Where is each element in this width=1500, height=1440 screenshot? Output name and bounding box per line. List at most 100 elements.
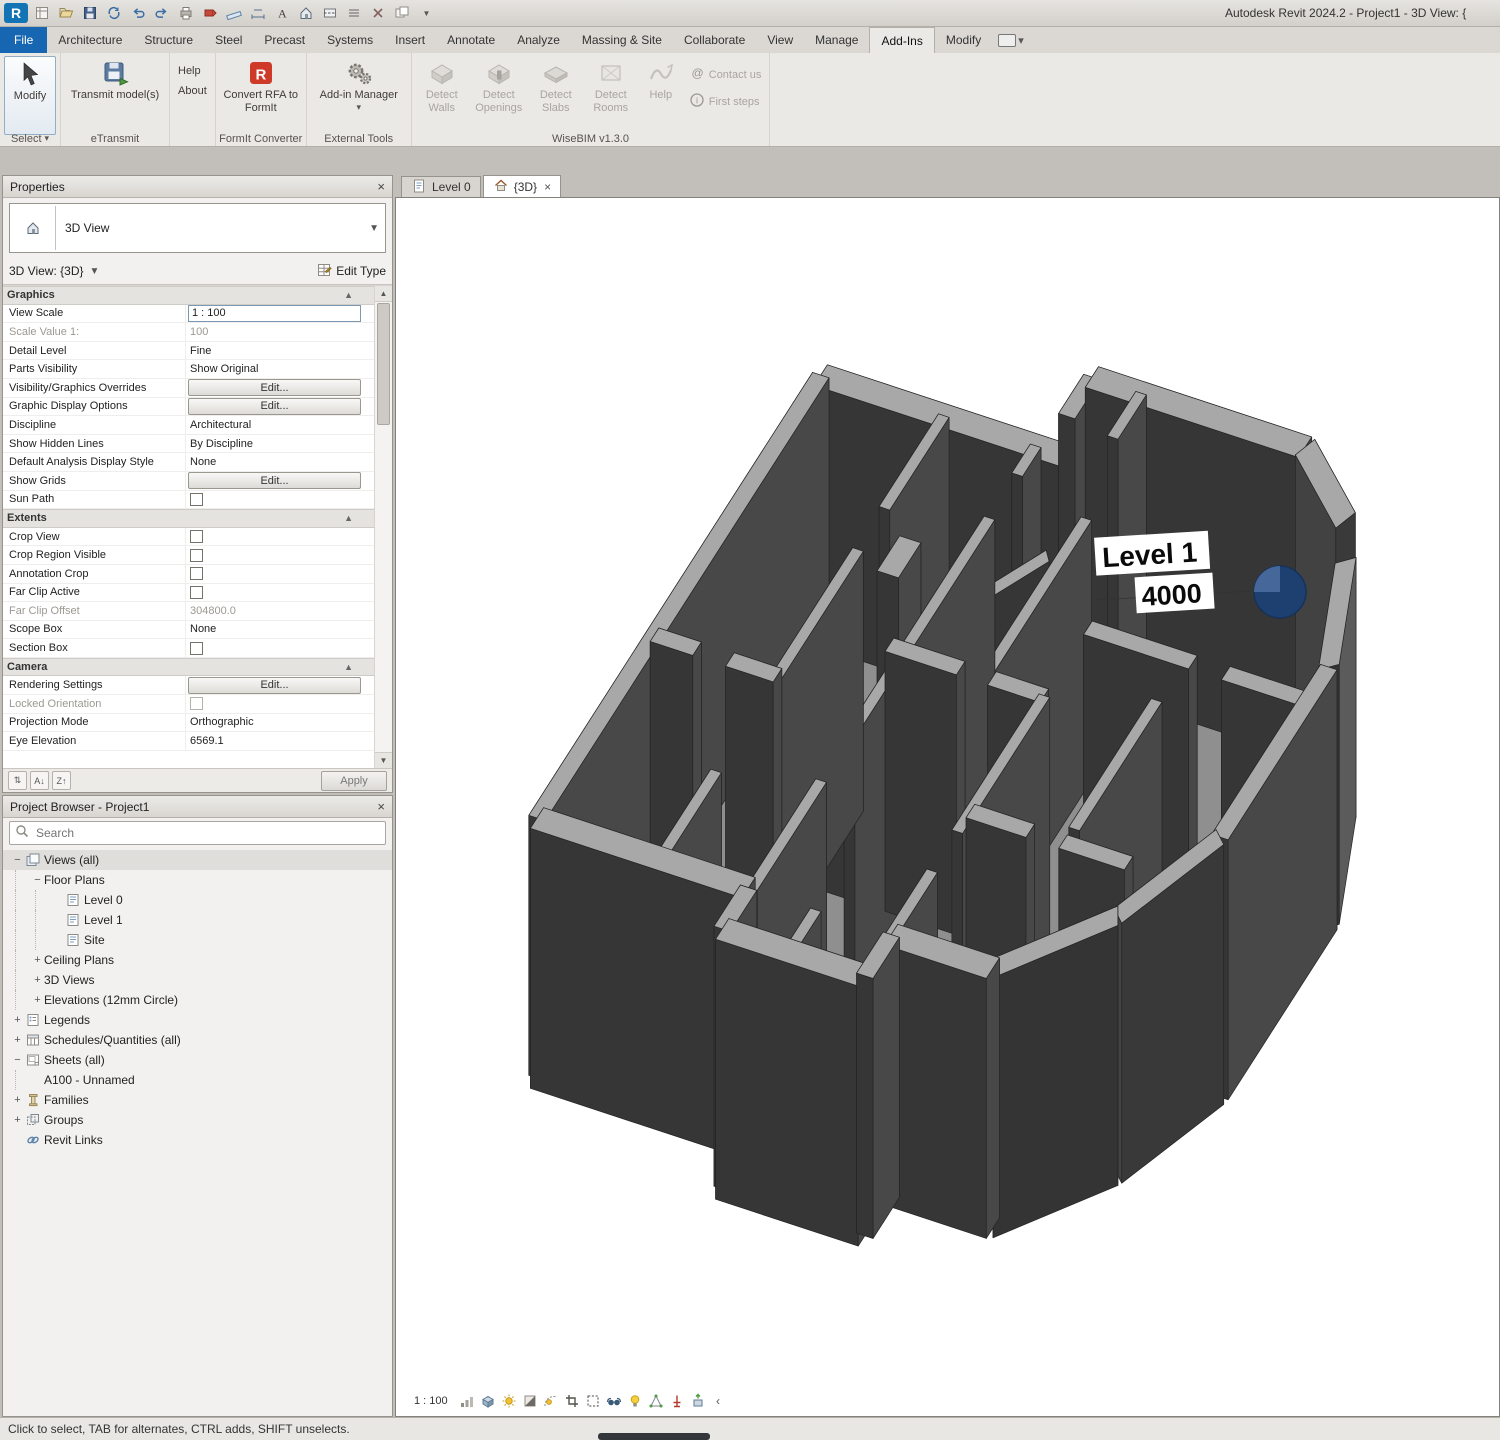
tree-expander[interactable]: + xyxy=(11,1034,24,1046)
property-value-cell[interactable]: 100 xyxy=(185,323,375,341)
tree-expander[interactable]: + xyxy=(31,974,44,986)
detect-slabs-button[interactable]: Detect Slabs xyxy=(530,56,582,117)
tree-item-3d-views[interactable]: +3D Views xyxy=(3,970,392,990)
ribbon-tab-massing-site[interactable]: Massing & Site xyxy=(571,27,673,53)
property-value[interactable]: 304800.0 xyxy=(186,605,236,617)
property-value-cell[interactable]: By Discipline xyxy=(185,435,375,453)
print-icon[interactable] xyxy=(176,4,196,22)
property-value-cell[interactable]: 1 : 100 xyxy=(185,305,375,323)
tree-expander[interactable]: + xyxy=(11,1014,24,1026)
switch-windows-icon[interactable] xyxy=(392,4,412,22)
checkbox[interactable] xyxy=(190,697,203,710)
ribbon-tab-collaborate[interactable]: Collaborate xyxy=(673,27,756,53)
measure-icon[interactable] xyxy=(224,4,244,22)
tree-item-views-all[interactable]: −Views (all) xyxy=(3,850,392,870)
about-button[interactable]: About xyxy=(174,84,211,98)
tree-item-level-1[interactable]: Level 1 xyxy=(3,910,392,930)
ribbon-tab-modify[interactable]: Modify xyxy=(935,27,992,53)
property-value-cell[interactable] xyxy=(185,528,375,546)
tree-expander[interactable]: − xyxy=(11,854,24,866)
ribbon-tab-architecture[interactable]: Architecture xyxy=(47,27,133,53)
checkbox[interactable] xyxy=(190,586,203,599)
reveal-constraints-icon[interactable] xyxy=(669,1393,686,1410)
property-value[interactable]: Architectural xyxy=(186,419,251,431)
property-value[interactable]: By Discipline xyxy=(186,438,253,450)
property-value[interactable]: None xyxy=(186,456,216,468)
tree-expander[interactable]: + xyxy=(31,954,44,966)
property-value-cell[interactable]: Show Original xyxy=(185,360,375,378)
first-steps-button[interactable]: iFirst steps xyxy=(685,91,766,112)
shadows-icon[interactable] xyxy=(522,1393,539,1410)
tree-item-schedules-quantities-all[interactable]: +Schedules/Quantities (all) xyxy=(3,1030,392,1050)
property-value[interactable]: Show Original xyxy=(186,363,258,375)
drawing-canvas[interactable]: Level 14000 1 : 100 ‹ xyxy=(395,197,1500,1417)
property-value-cell[interactable]: 304800.0 xyxy=(185,602,375,620)
property-value-cell[interactable]: Orthographic xyxy=(185,714,375,732)
tree-item-floor-plans[interactable]: −Floor Plans xyxy=(3,870,392,890)
property-value-cell[interactable] xyxy=(185,695,375,713)
checkbox[interactable] xyxy=(190,530,203,543)
ribbon-tab-structure[interactable]: Structure xyxy=(133,27,204,53)
tree-expander[interactable]: − xyxy=(31,874,44,886)
ribbon-tab-add-ins[interactable]: Add-Ins xyxy=(869,27,934,53)
search-input[interactable] xyxy=(34,825,381,841)
checkbox[interactable] xyxy=(190,642,203,655)
default-3d-view-icon[interactable] xyxy=(296,4,316,22)
sort-alpha-icon[interactable]: A↓ xyxy=(30,771,49,790)
scroll-up-icon[interactable]: ▲ xyxy=(375,286,392,302)
detect-walls-button[interactable]: Detect Walls xyxy=(416,56,468,117)
reveal-hidden-elements-icon[interactable] xyxy=(627,1393,644,1410)
revit-logo-icon[interactable]: R xyxy=(4,3,28,23)
project-browser-close-icon[interactable]: × xyxy=(377,800,385,813)
tree-item-groups[interactable]: +Groups xyxy=(3,1110,392,1130)
undo-icon[interactable] xyxy=(128,4,148,22)
modify-button[interactable]: Modify xyxy=(4,56,56,135)
property-value[interactable]: None xyxy=(186,623,216,635)
tree-item-legends[interactable]: +Legends xyxy=(3,1010,392,1030)
close-icon[interactable]: × xyxy=(544,180,551,194)
3d-model-view[interactable]: Level 14000 xyxy=(396,198,1499,1416)
save-icon[interactable] xyxy=(80,4,100,22)
tree-expander[interactable]: + xyxy=(31,994,44,1006)
sync-icon[interactable] xyxy=(104,4,124,22)
edit-button[interactable]: Edit... xyxy=(188,677,361,694)
checkbox[interactable] xyxy=(190,493,203,506)
detect-rooms-button[interactable]: Detect Rooms xyxy=(585,56,637,117)
property-value-cell[interactable]: Edit... xyxy=(185,676,375,694)
property-value-cell[interactable]: Fine xyxy=(185,342,375,360)
edit-type-button[interactable]: Edit Type xyxy=(316,262,386,281)
view-tab-3d[interactable]: {3D}× xyxy=(483,175,561,197)
property-value[interactable]: Fine xyxy=(186,345,211,357)
contact-us-button[interactable]: @Contact us xyxy=(685,64,766,85)
sun-path-icon[interactable] xyxy=(543,1393,560,1410)
view-scale-control[interactable]: 1 : 100 xyxy=(407,1392,455,1410)
show-crop-region-icon[interactable] xyxy=(585,1393,602,1410)
displace-elements-icon[interactable] xyxy=(690,1393,707,1410)
property-group-camera[interactable]: Camera▲ xyxy=(3,658,375,677)
property-group-extents[interactable]: Extents▲ xyxy=(3,509,375,528)
collapse-icon[interactable]: ▲ xyxy=(344,662,353,672)
open-icon[interactable] xyxy=(56,4,76,22)
sort-ascending-icon[interactable]: ⇅ xyxy=(8,771,27,790)
collapse-icon[interactable]: ▲ xyxy=(344,290,353,300)
section-icon[interactable] xyxy=(320,4,340,22)
tree-expander[interactable]: + xyxy=(11,1094,24,1106)
tree-item-site[interactable]: Site xyxy=(3,930,392,950)
redo-icon[interactable] xyxy=(152,4,172,22)
tree-item-families[interactable]: +Families xyxy=(3,1090,392,1110)
checkbox[interactable] xyxy=(190,567,203,580)
property-value-cell[interactable]: Architectural xyxy=(185,416,375,434)
collapse-icon[interactable]: ‹ xyxy=(711,1393,728,1410)
help-button[interactable]: Help xyxy=(174,64,211,78)
visual-style-icon[interactable] xyxy=(480,1393,497,1410)
view-selector-value[interactable]: 3D View: {3D} xyxy=(9,264,84,278)
tree-item-level-0[interactable]: Level 0 xyxy=(3,890,392,910)
ribbon-tab-steel[interactable]: Steel xyxy=(204,27,253,53)
thin-lines-icon[interactable] xyxy=(344,4,364,22)
property-value-cell[interactable] xyxy=(185,546,375,564)
ribbon-tab-analyze[interactable]: Analyze xyxy=(506,27,571,53)
property-value-cell[interactable] xyxy=(185,565,375,583)
sort-group-icon[interactable]: Z↑ xyxy=(52,771,71,790)
ribbon-tab-precast[interactable]: Precast xyxy=(253,27,316,53)
ribbon-tab-manage[interactable]: Manage xyxy=(804,27,869,53)
